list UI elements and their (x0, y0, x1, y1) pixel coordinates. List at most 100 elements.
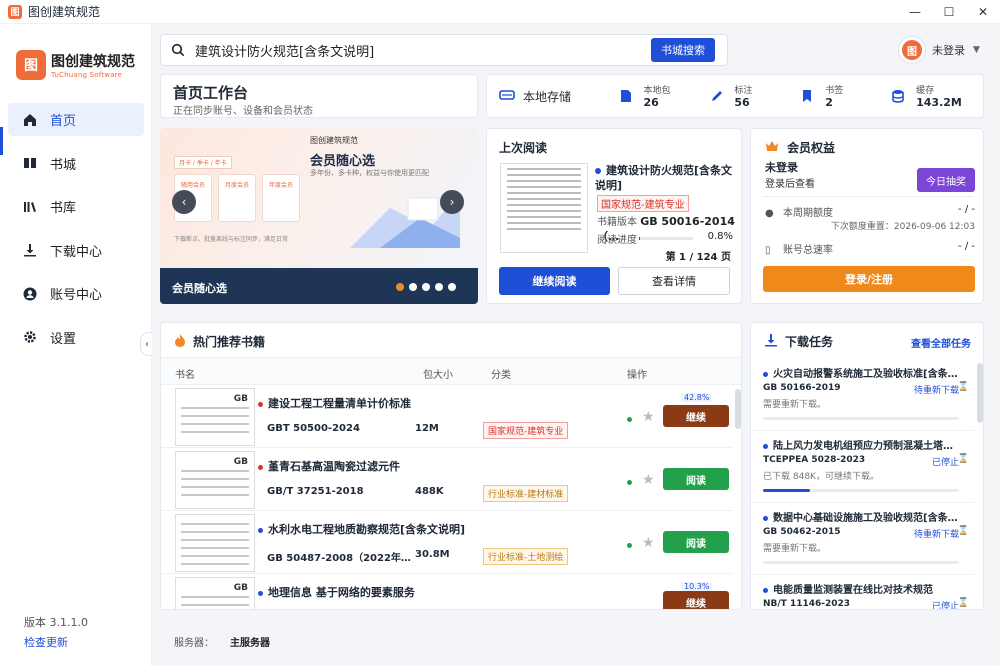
banner-brand: 图创建筑规范 (310, 136, 358, 145)
read-button[interactable]: 阅读 (663, 468, 729, 490)
banner-caption: 下载断点、批量离线与标注同步，满足日常 (174, 236, 289, 243)
category-tag: 行业标准-建材标准 (483, 485, 569, 502)
category-tag: 国家规范-建筑专业 (483, 422, 569, 439)
book-rows: GB 建设工程工程量清单计价标准 GBT 50500-2024 12M 国家规范… (161, 385, 733, 609)
book-size: 12M (415, 423, 439, 434)
minimize-button[interactable]: — (898, 0, 932, 24)
scrollbar[interactable] (735, 389, 741, 429)
search-button[interactable]: 书城搜索 (651, 38, 715, 62)
table-row[interactable]: 水利水电工程地质勘察规范[含条文说明] GB 50487-2008（2022年…… (161, 511, 733, 574)
chevron-right-icon: › (449, 195, 455, 209)
table-row[interactable]: GB 地理信息 基于网络的要素服务 10.3% 继续 (161, 574, 733, 609)
category-tag: 行业标准-土地测绘 (483, 548, 569, 565)
login-register-button[interactable]: 登录/注册 (763, 266, 975, 292)
progress-bar (763, 417, 959, 420)
sidebar-item-home[interactable]: 首页 (8, 103, 144, 136)
continue-button[interactable]: 继续 (663, 405, 729, 427)
table-row[interactable]: GB 堇青石基高温陶瓷过滤元件 GB/T 37251-2018 488K 行业标… (161, 448, 733, 511)
book-name: 堇青石基高温陶瓷过滤元件 (258, 458, 400, 474)
daily-draw-button[interactable]: 今日抽奖 (917, 168, 975, 192)
quota-row: ● 本周期额度 - / - (765, 204, 975, 219)
banner-card: 月度会员 (218, 174, 256, 222)
book-cover: GB (175, 451, 255, 509)
carousel-next-button[interactable]: › (440, 190, 464, 214)
status-dot (627, 417, 632, 422)
workbench-title: 首页工作台 (173, 84, 249, 102)
star-icon[interactable]: ★ (642, 409, 655, 425)
search-icon (171, 43, 185, 57)
status-dot (763, 371, 768, 377)
bookmark-icon (801, 89, 815, 103)
status-footer: 服务器： 主服务器 (152, 622, 1000, 666)
scrollbar[interactable] (977, 363, 983, 423)
list-item[interactable]: 火灾自动报警系统施工及验收标准[含条… GB 50166-2019 待重新下载 … (751, 359, 975, 431)
status-dot (627, 480, 632, 485)
close-button[interactable]: ✕ (966, 0, 1000, 24)
sidebar-item-account[interactable]: 账号中心 (8, 277, 144, 310)
active-indicator (0, 127, 3, 155)
sidebar-item-downloads[interactable]: 下载中心 (8, 234, 144, 267)
membership-title: 会员权益 (787, 141, 836, 155)
view-details-button[interactable]: 查看详情 (618, 267, 730, 295)
membership-banner[interactable]: 图创建筑规范 会员随心选 多年份、多卡种，权益与你使用更匹配 月卡 / 季卡 /… (160, 128, 478, 304)
carousel-prev-button[interactable]: ‹ (172, 190, 196, 214)
stat-packages: 本地包 26 (620, 83, 711, 109)
read-button[interactable]: 阅读 (663, 531, 729, 553)
window-title: 图创建筑规范 (28, 5, 101, 19)
home-icon (22, 112, 38, 128)
status-dot (258, 401, 263, 407)
status-dot (258, 590, 263, 596)
sidebar-item-settings[interactable]: 设置 (8, 321, 144, 354)
carousel-dot[interactable] (448, 283, 456, 291)
task-status: 已停止 (931, 602, 959, 610)
page-indicator: 第 1 / 124 页 (665, 252, 731, 263)
list-item[interactable]: 陆上风力发电机组预应力预制混凝土塔… TCEPPEA 5028-2023 已停止… (751, 431, 975, 503)
carousel-dot[interactable] (422, 283, 430, 291)
download-icon (22, 242, 38, 258)
book-name: 水利水电工程地质勘察规范[含条文说明] (258, 521, 465, 537)
book-code: GB/T 37251-2018 (267, 486, 364, 497)
star-icon[interactable]: ★ (642, 535, 655, 551)
login-status: 未登录 (765, 161, 798, 174)
avatar: 图 (898, 36, 926, 64)
hourglass-icon[interactable]: ⌛ (958, 598, 969, 608)
continue-button[interactable]: 继续 (663, 591, 729, 609)
list-item[interactable]: 电能质量监测装置在线比对技术规范 NB/T 11146-2023 已停止 ⌛ (751, 575, 975, 610)
continue-reading-button[interactable]: 继续阅读 (499, 267, 610, 295)
chevron-left-icon: ‹ (181, 195, 187, 209)
user-menu[interactable]: 图 未登录 ▼ (898, 36, 980, 64)
hourglass-icon[interactable]: ⌛ (958, 382, 969, 392)
storage-label: 本地存储 (523, 89, 572, 104)
list-item[interactable]: 数据中心基础设施施工及验收规范[含条… GB 50462-2015 待重新下载 … (751, 503, 975, 575)
sidebar: 图 图创建筑规范 TuChuang Software 首页 书城 书库 下载中心… (0, 24, 152, 666)
hourglass-icon[interactable]: ⌛ (958, 526, 969, 536)
carousel-dot[interactable] (435, 283, 443, 291)
sidebar-item-library[interactable]: 书库 (8, 190, 144, 223)
task-note: 已下载 848K，可继续下载。 (763, 472, 879, 482)
progress-bar (639, 237, 693, 240)
version-label: 版本 3.1.1.0 (24, 616, 88, 629)
maximize-button[interactable]: ☐ (932, 0, 966, 24)
sidebar-item-bookstore[interactable]: 书城 (8, 147, 144, 180)
task-code: TCEPPEA 5028-2023 (763, 455, 866, 465)
hourglass-icon[interactable]: ⌛ (958, 454, 969, 464)
logo-subtitle: TuChuang Software (51, 71, 123, 79)
search-input[interactable]: 建筑设计防火规范[含条文说明] (195, 41, 651, 60)
check-update-link[interactable]: 检查更新 (24, 634, 68, 650)
book-name: 地理信息 基于网络的要素服务 (258, 584, 415, 600)
title-bar: 图 图创建筑规范 — ☐ ✕ (0, 0, 1000, 24)
stat-annotations: 标注 56 (710, 83, 801, 109)
category-tag: 国家规范-建筑专业 (597, 195, 689, 212)
carousel-dot[interactable] (396, 283, 404, 291)
status-dot (763, 587, 768, 593)
status-dot (595, 168, 601, 174)
table-row[interactable]: GB 建设工程工程量清单计价标准 GBT 50500-2024 12M 国家规范… (161, 385, 733, 448)
view-all-tasks-link[interactable]: 查看全部任务 (911, 335, 971, 350)
book-title: 建筑设计防火规范[含条文说明] (595, 164, 733, 192)
carousel-dot[interactable] (409, 283, 417, 291)
quota-reset: 下次额度重置：2026-09-06 12:03 (830, 222, 975, 232)
sidebar-item-label: 设置 (50, 331, 77, 347)
star-icon[interactable]: ★ (642, 472, 655, 488)
sidebar-item-label: 首页 (50, 114, 77, 129)
chevron-left-icon: ‹ (145, 338, 149, 350)
